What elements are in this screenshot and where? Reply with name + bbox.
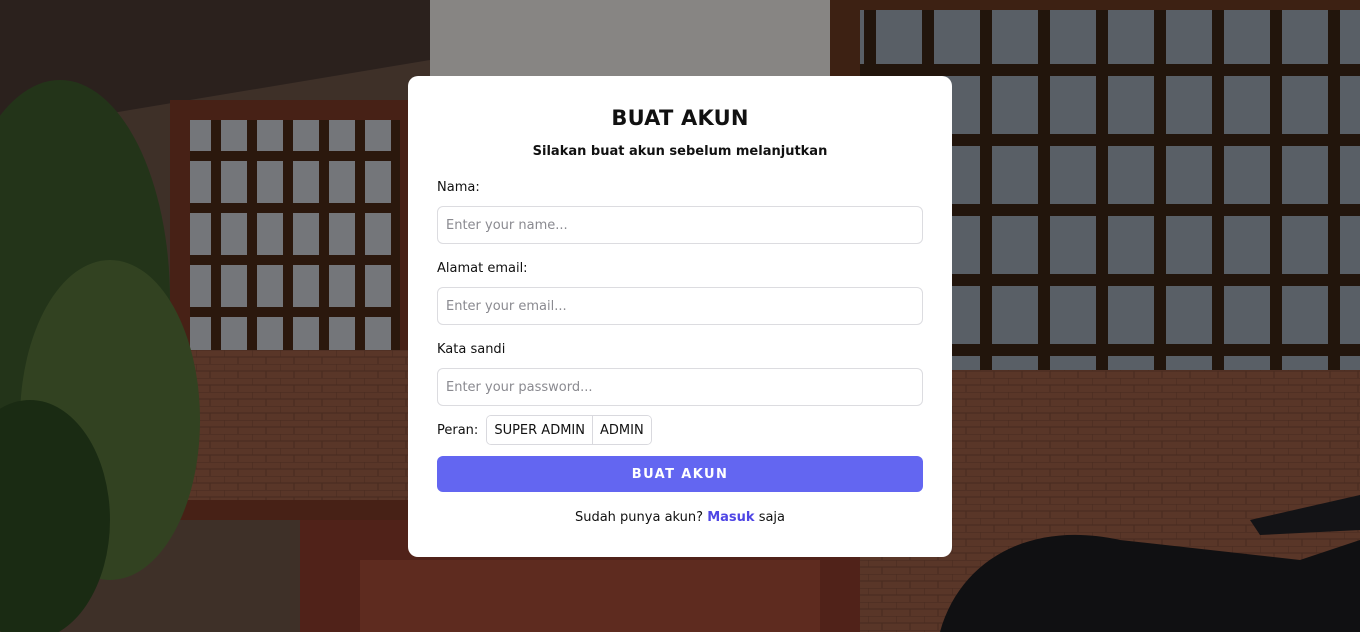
password-input[interactable] (437, 368, 923, 406)
role-super-admin-button[interactable]: SUPER ADMIN (487, 416, 592, 444)
login-prompt: Sudah punya akun? Masuk saja (408, 510, 952, 525)
email-input[interactable] (437, 287, 923, 325)
register-card: BUAT AKUN Silakan buat akun sebelum mela… (408, 76, 952, 557)
create-account-button[interactable]: BUAT AKUN (437, 456, 923, 492)
login-prompt-suffix: saja (758, 510, 786, 525)
login-prompt-prefix: Sudah punya akun? (574, 510, 704, 525)
role-selector: Peran: SUPER ADMIN ADMIN (437, 415, 652, 445)
email-label: Alamat email: (437, 261, 528, 276)
role-admin-button[interactable]: ADMIN (591, 416, 651, 444)
subtitle: Silakan buat akun sebelum melanjutkan (532, 144, 828, 159)
name-label: Nama: (437, 180, 480, 195)
login-link[interactable]: Masuk (707, 510, 754, 525)
role-label: Peran: (437, 422, 479, 438)
name-input[interactable] (437, 206, 923, 244)
page: BUAT AKUN Silakan buat akun sebelum mela… (0, 0, 1360, 632)
password-label: Kata sandi (437, 342, 506, 357)
page-title: BUAT AKUN (611, 106, 749, 130)
role-button-group: SUPER ADMIN ADMIN (486, 415, 652, 445)
